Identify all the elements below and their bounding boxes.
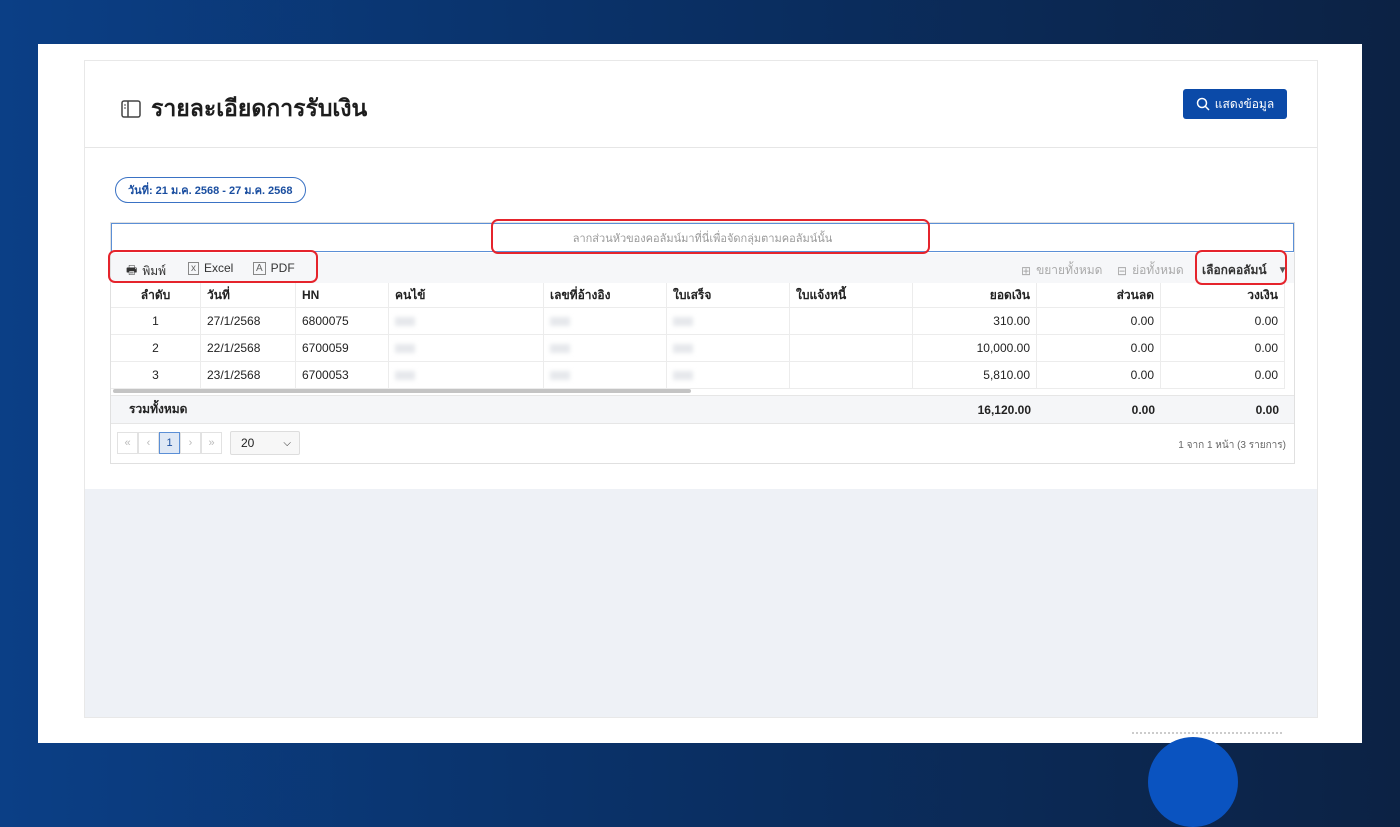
cell-hn: 6700059 xyxy=(296,335,389,361)
decor-circle xyxy=(1148,737,1238,827)
redacted-text xyxy=(550,316,570,326)
expand-all-button[interactable]: ⊞ ขยายทั้งหมด xyxy=(1021,261,1102,280)
cell-amount: 10,000.00 xyxy=(913,335,1037,361)
total-amount: 16,120.00 xyxy=(977,402,1031,417)
expand-icon: ⊞ xyxy=(1021,263,1032,278)
expand-all-label: ขยายทั้งหมด xyxy=(1036,263,1103,277)
column-header[interactable]: ใบแจ้งหนี้ xyxy=(790,283,913,307)
search-icon xyxy=(1196,97,1210,111)
column-header[interactable]: วันที่ xyxy=(201,283,296,307)
redacted-text xyxy=(673,316,693,326)
cell-limit: 0.00 xyxy=(1161,308,1285,334)
cell-redacted xyxy=(667,308,790,334)
cell-no: 2 xyxy=(111,335,201,361)
content: วันที่: 21 ม.ค. 2568 - 27 ม.ค. 2568 ลากส… xyxy=(85,148,1317,489)
cell-redacted xyxy=(790,308,913,334)
redacted-text xyxy=(673,370,693,380)
table-row[interactable]: 3 23/1/2568 6700053 5,810.00 0.00 0.00 xyxy=(111,362,1285,389)
screenshot-card: รายละเอียดการรับเงิน แสดงข้อมูล วันที่: … xyxy=(38,44,1362,743)
cell-redacted xyxy=(389,362,544,388)
next-page-button[interactable]: › xyxy=(180,432,201,454)
page-title-wrap: รายละเอียดการรับเงิน xyxy=(121,91,367,127)
show-data-button[interactable]: แสดงข้อมูล xyxy=(1183,89,1287,119)
total-label: รวมทั้งหมด xyxy=(129,402,188,416)
cell-limit: 0.00 xyxy=(1161,362,1285,388)
column-header[interactable]: ลำดับ xyxy=(111,283,201,307)
cell-amount: 310.00 xyxy=(913,308,1037,334)
cell-redacted xyxy=(790,335,913,361)
column-header[interactable]: ส่วนลด xyxy=(1037,283,1161,307)
page: รายละเอียดการรับเงิน แสดงข้อมูล วันที่: … xyxy=(84,60,1318,718)
total-limit: 0.00 xyxy=(1255,402,1279,417)
total-row: รวมทั้งหมด 16,120.00 0.00 0.00 xyxy=(111,395,1294,424)
chevron-down-icon: ⌵ xyxy=(283,437,291,449)
first-page-button[interactable]: « xyxy=(117,432,138,454)
footer-text-blurred xyxy=(1132,732,1282,735)
redacted-text xyxy=(395,370,415,380)
column-header[interactable]: HN xyxy=(296,283,389,307)
annotation-highlight-export xyxy=(108,250,318,283)
collapse-all-label: ย่อทั้งหมด xyxy=(1132,263,1184,277)
annotation-highlight-column-chooser xyxy=(1195,250,1287,285)
column-header[interactable]: วงเงิน xyxy=(1161,283,1285,307)
cell-no: 3 xyxy=(111,362,201,388)
cell-date: 27/1/2568 xyxy=(201,308,296,334)
cell-redacted xyxy=(544,308,667,334)
page-header: รายละเอียดการรับเงิน แสดงข้อมูล xyxy=(85,61,1317,148)
page-size-select[interactable]: 20 ⌵ xyxy=(230,431,300,455)
column-header[interactable]: ยอดเงิน xyxy=(913,283,1037,307)
cell-redacted xyxy=(667,335,790,361)
cell-amount: 5,810.00 xyxy=(913,362,1037,388)
redacted-text xyxy=(550,370,570,380)
cell-limit: 0.00 xyxy=(1161,335,1285,361)
date-range-chip[interactable]: วันที่: 21 ม.ค. 2568 - 27 ม.ค. 2568 xyxy=(115,177,306,203)
column-header[interactable]: คนไข้ xyxy=(389,283,544,307)
collapse-icon: ⊟ xyxy=(1117,263,1128,278)
header-row: ลำดับ วันที่ HN คนไข้ เลขที่อ้างอิง ใบเส… xyxy=(111,283,1285,308)
redacted-text xyxy=(395,343,415,353)
cell-redacted xyxy=(544,335,667,361)
grid-table: ลำดับ วันที่ HN คนไข้ เลขที่อ้างอิง ใบเส… xyxy=(111,283,1285,389)
cell-redacted xyxy=(544,362,667,388)
pager: « ‹ 1 › » 20 ⌵ xyxy=(117,431,300,455)
cell-redacted xyxy=(389,335,544,361)
page-title: รายละเอียดการรับเงิน xyxy=(151,95,368,121)
redacted-text xyxy=(395,316,415,326)
cell-redacted xyxy=(790,362,913,388)
page-1-button[interactable]: 1 xyxy=(159,432,180,454)
cell-hn: 6700053 xyxy=(296,362,389,388)
table-row[interactable]: 2 22/1/2568 6700059 10,000.00 0.00 0.00 xyxy=(111,335,1285,362)
pager-info: 1 จาก 1 หน้า (3 รายการ) xyxy=(1178,440,1286,451)
cell-discount: 0.00 xyxy=(1037,308,1161,334)
cell-no: 1 xyxy=(111,308,201,334)
cell-discount: 0.00 xyxy=(1037,335,1161,361)
redacted-text xyxy=(550,343,570,353)
last-page-button[interactable]: » xyxy=(201,432,222,454)
cell-redacted xyxy=(389,308,544,334)
page-size-value: 20 xyxy=(241,436,255,450)
annotation-highlight-group-panel xyxy=(491,219,930,254)
prev-page-button[interactable]: ‹ xyxy=(138,432,159,454)
cell-hn: 6800075 xyxy=(296,308,389,334)
table-row[interactable]: 1 27/1/2568 6800075 310.00 0.00 0.00 xyxy=(111,308,1285,335)
total-discount: 0.00 xyxy=(1131,402,1155,417)
show-data-label: แสดงข้อมูล xyxy=(1214,96,1275,111)
cell-date: 23/1/2568 xyxy=(201,362,296,388)
cell-redacted xyxy=(667,362,790,388)
cell-discount: 0.00 xyxy=(1037,362,1161,388)
redacted-text xyxy=(673,343,693,353)
column-header[interactable]: เลขที่อ้างอิง xyxy=(544,283,667,307)
sidebar-panel-icon xyxy=(121,100,141,118)
cell-date: 22/1/2568 xyxy=(201,335,296,361)
horizontal-scrollbar[interactable] xyxy=(113,389,691,393)
collapse-all-button[interactable]: ⊟ ย่อทั้งหมด xyxy=(1117,261,1184,280)
column-header[interactable]: ใบเสร็จ xyxy=(667,283,790,307)
